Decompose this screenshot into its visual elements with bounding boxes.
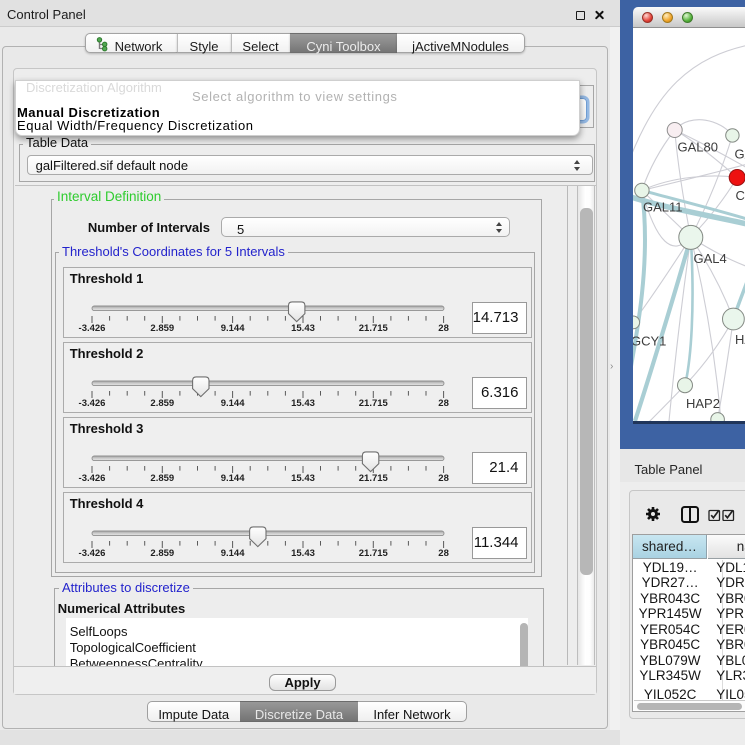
svg-text:-3.426: -3.426 (79, 398, 106, 409)
svg-text:GCY1: GCY1 (633, 334, 666, 349)
svg-text:2.859: 2.859 (150, 548, 174, 559)
svg-text:15.43: 15.43 (291, 548, 315, 559)
svg-text:15.43: 15.43 (291, 398, 315, 409)
svg-text:21.715: 21.715 (359, 323, 389, 334)
svg-text:-3.426: -3.426 (79, 548, 106, 559)
svg-text:2.859: 2.859 (150, 398, 174, 409)
svg-text:15.43: 15.43 (291, 323, 315, 334)
svg-text:21.715: 21.715 (359, 548, 389, 559)
svg-text:2.859: 2.859 (150, 323, 174, 334)
svg-text:28: 28 (438, 473, 449, 484)
svg-text:21.715: 21.715 (359, 473, 389, 484)
svg-text:GAL11: GAL11 (643, 200, 683, 215)
svg-text:9.144: 9.144 (221, 473, 245, 484)
svg-text:2.859: 2.859 (150, 473, 174, 484)
svg-text:GAL4: GAL4 (694, 251, 727, 266)
svg-text:-3.426: -3.426 (79, 473, 106, 484)
svg-text:15.43: 15.43 (291, 473, 315, 484)
svg-text:HAP2: HAP2 (686, 396, 720, 411)
svg-text:28: 28 (438, 398, 449, 409)
svg-text:-3.426: -3.426 (79, 323, 106, 334)
svg-text:9.144: 9.144 (221, 548, 245, 559)
svg-text:GAL80: GAL80 (678, 140, 718, 155)
svg-text:28: 28 (438, 323, 449, 334)
svg-text:9.144: 9.144 (221, 398, 245, 409)
svg-text:GA: GA (735, 147, 745, 162)
svg-text:C: C (736, 188, 745, 203)
svg-text:HA: HA (735, 332, 745, 347)
svg-text:9.144: 9.144 (221, 323, 245, 334)
svg-text:21.715: 21.715 (359, 398, 389, 409)
svg-text:28: 28 (438, 548, 449, 559)
